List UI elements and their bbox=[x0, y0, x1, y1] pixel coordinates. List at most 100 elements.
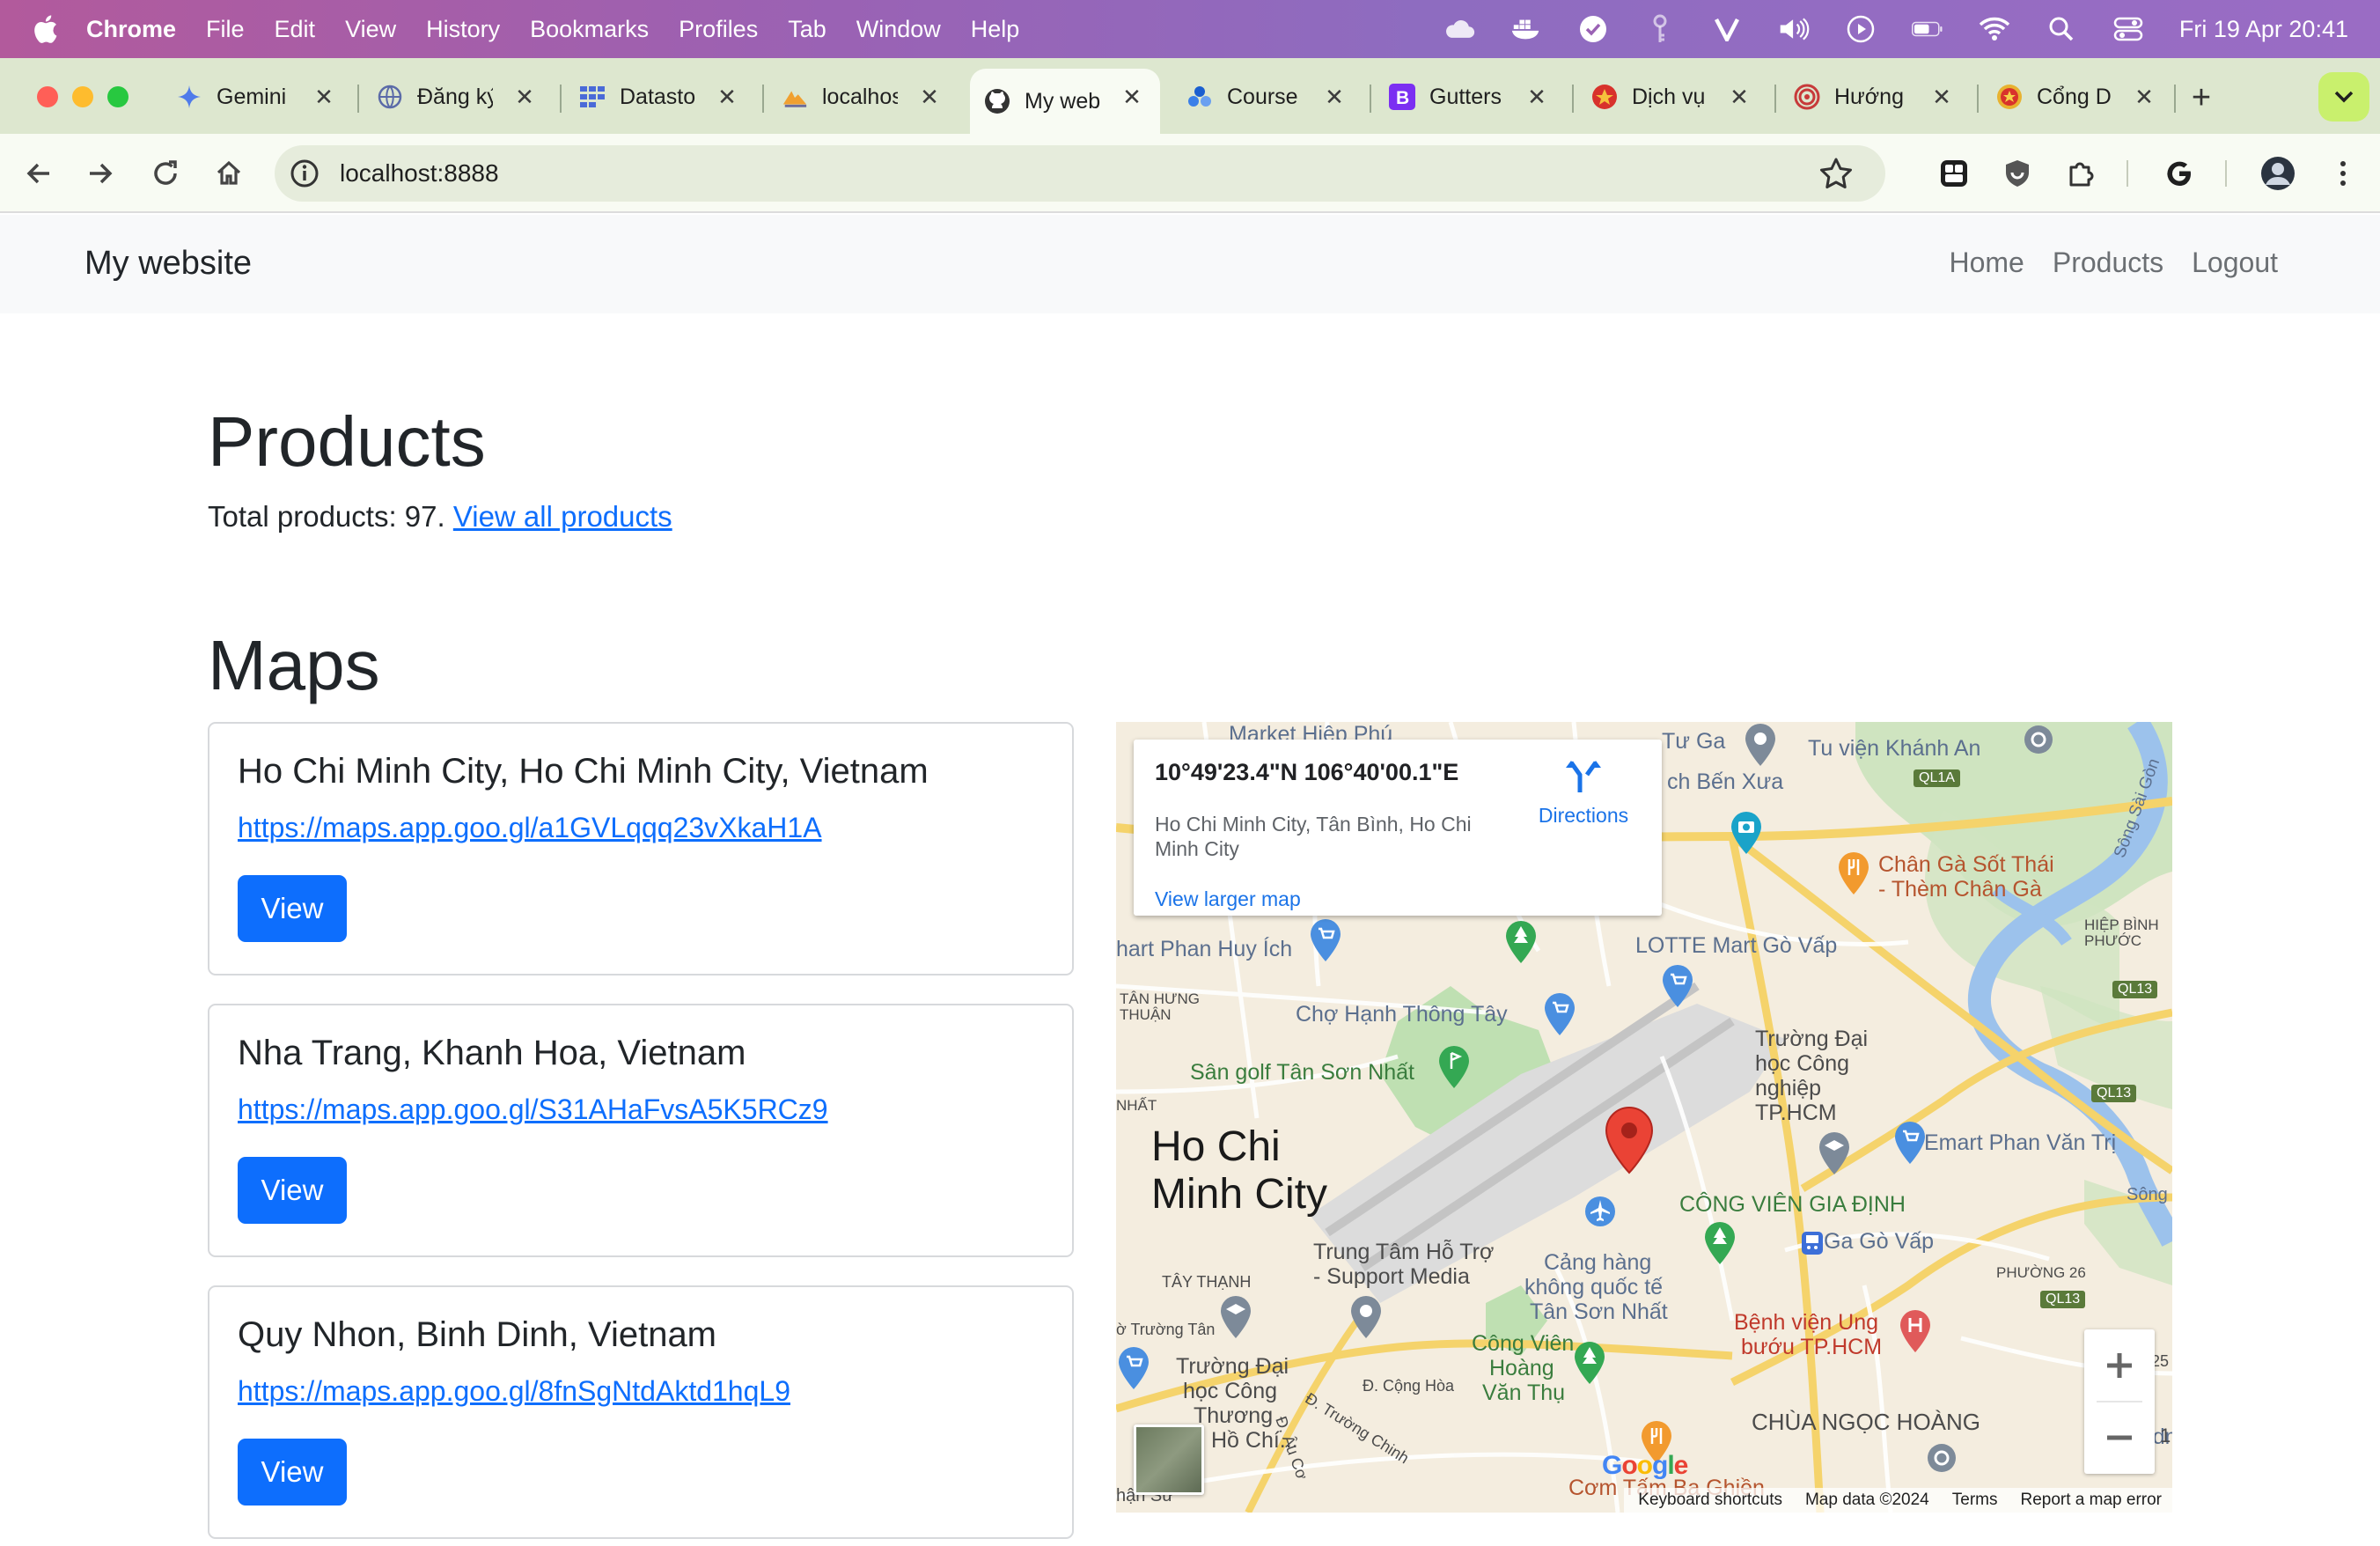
extension-tabs-button[interactable] bbox=[1933, 152, 1975, 195]
bookmark-star-icon[interactable] bbox=[1818, 156, 1854, 191]
google-map-embed[interactable]: Market Hiệp Phú Tư Ga Tu viện Khánh An c… bbox=[1116, 722, 2172, 1513]
tab-dich-vu[interactable]: Dịch vụ ✕ bbox=[1577, 69, 1767, 125]
satellite-toggle-thumbnail[interactable] bbox=[1134, 1425, 1204, 1495]
park-poi-pin-icon[interactable] bbox=[1503, 919, 1539, 965]
site-brand[interactable]: My website bbox=[84, 245, 252, 283]
apple-menu-icon[interactable] bbox=[32, 14, 58, 44]
tab-close-icon[interactable]: ✕ bbox=[1928, 83, 1956, 111]
location-marker-icon[interactable] bbox=[1604, 1106, 1655, 1174]
golf-poi-pin-icon[interactable] bbox=[1436, 1044, 1472, 1090]
menu-history[interactable]: History bbox=[426, 16, 500, 43]
tab-close-icon[interactable]: ✕ bbox=[1523, 83, 1551, 111]
tab-close-icon[interactable]: ✕ bbox=[713, 83, 741, 111]
tab-course[interactable]: Course ✕ bbox=[1172, 69, 1363, 125]
tab-close-icon[interactable]: ✕ bbox=[511, 83, 539, 111]
tab-search-button[interactable] bbox=[2318, 72, 2369, 121]
map-card-link[interactable]: https://maps.app.goo.gl/S31AHaFvsA5K5RCz… bbox=[238, 1093, 828, 1126]
nav-home-link[interactable]: Home bbox=[1949, 247, 2024, 279]
reload-button[interactable] bbox=[144, 152, 187, 195]
gray-poi-pin-icon[interactable] bbox=[1348, 1294, 1384, 1340]
spotlight-search-icon[interactable] bbox=[2046, 13, 2077, 45]
park-poi-pin-icon[interactable] bbox=[1572, 1340, 1607, 1386]
tab-localhost[interactable]: localhost ✕ bbox=[768, 69, 958, 125]
temple-poi-icon[interactable] bbox=[2021, 722, 2056, 768]
tab-close-icon[interactable]: ✕ bbox=[1320, 83, 1348, 111]
train-station-icon[interactable] bbox=[1801, 1231, 1824, 1255]
menu-tab[interactable]: Tab bbox=[788, 16, 826, 43]
docker-icon[interactable] bbox=[1510, 13, 1542, 45]
chrome-menu-button[interactable] bbox=[2322, 152, 2364, 195]
control-center-icon[interactable] bbox=[2112, 13, 2144, 45]
tab-gemini[interactable]: Gemini ✕ bbox=[162, 69, 352, 125]
school-poi-pin-icon[interactable] bbox=[1218, 1294, 1253, 1340]
tab-datastore[interactable]: Datastore ✕ bbox=[565, 69, 755, 125]
v-app-icon[interactable] bbox=[1711, 13, 1743, 45]
menubar-clock[interactable]: Fri 19 Apr 20:41 bbox=[2179, 16, 2348, 43]
tab-close-icon[interactable]: ✕ bbox=[1725, 83, 1753, 111]
menu-window[interactable]: Window bbox=[856, 16, 941, 43]
menu-view[interactable]: View bbox=[345, 16, 396, 43]
hospital-poi-pin-icon[interactable] bbox=[1898, 1308, 1933, 1354]
restaurant-poi-pin-icon[interactable] bbox=[1836, 850, 1871, 896]
view-larger-map-link[interactable]: View larger map bbox=[1155, 887, 1301, 911]
view-all-products-link[interactable]: View all products bbox=[453, 500, 672, 533]
shopping-poi-pin-icon[interactable] bbox=[1660, 963, 1695, 1009]
extensions-button[interactable] bbox=[2060, 152, 2102, 195]
zoom-out-button[interactable] bbox=[2084, 1402, 2155, 1474]
airport-poi-icon[interactable] bbox=[1583, 1194, 1618, 1240]
nav-products-link[interactable]: Products bbox=[2053, 247, 2163, 279]
back-button[interactable] bbox=[18, 152, 60, 195]
menu-app-name[interactable]: Chrome bbox=[86, 16, 176, 43]
window-zoom-button[interactable] bbox=[107, 86, 129, 107]
view-button[interactable]: View bbox=[238, 875, 347, 942]
address-bar[interactable]: localhost:8888 bbox=[275, 145, 1885, 202]
key-icon[interactable] bbox=[1644, 13, 1676, 45]
wifi-icon[interactable] bbox=[1979, 13, 2010, 45]
report-map-error-link[interactable]: Report a map error bbox=[2020, 1491, 2162, 1510]
tab-dang-ky[interactable]: Đăng ký ✕ bbox=[363, 69, 553, 125]
park-poi-pin-icon[interactable] bbox=[1702, 1220, 1737, 1266]
tab-gutters[interactable]: B Gutters ✕ bbox=[1375, 69, 1565, 125]
menu-bookmarks[interactable]: Bookmarks bbox=[530, 16, 649, 43]
zoom-in-button[interactable] bbox=[2084, 1329, 2155, 1402]
keyboard-shortcuts-link[interactable]: Keyboard shortcuts bbox=[1638, 1491, 1782, 1510]
view-button[interactable]: View bbox=[238, 1157, 347, 1224]
menu-edit[interactable]: Edit bbox=[275, 16, 316, 43]
shopping-poi-pin-icon[interactable] bbox=[1308, 917, 1343, 963]
shopping-poi-pin-icon[interactable] bbox=[1542, 991, 1577, 1037]
google-account-button[interactable] bbox=[2158, 152, 2200, 195]
tab-close-icon[interactable]: ✕ bbox=[915, 83, 944, 111]
forward-button[interactable] bbox=[79, 152, 121, 195]
shopping-poi-pin-icon[interactable] bbox=[1892, 1120, 1928, 1166]
tab-my-website[interactable]: My website ✕ bbox=[970, 69, 1160, 134]
url-text[interactable]: localhost:8888 bbox=[340, 159, 499, 188]
map-card-link[interactable]: https://maps.app.goo.gl/8fnSgNtdAktd1hqL… bbox=[238, 1375, 790, 1408]
volume-icon[interactable] bbox=[1778, 13, 1810, 45]
cloud-icon[interactable] bbox=[1443, 13, 1475, 45]
map-card-link[interactable]: https://maps.app.goo.gl/a1GVLqqq23vXkaH1… bbox=[238, 812, 822, 844]
tab-close-icon[interactable]: ✕ bbox=[1118, 83, 1146, 111]
new-tab-button[interactable]: + bbox=[2179, 76, 2223, 120]
menu-profiles[interactable]: Profiles bbox=[679, 16, 758, 43]
tab-close-icon[interactable]: ✕ bbox=[310, 83, 338, 111]
profile-avatar-button[interactable] bbox=[2257, 152, 2299, 195]
photo-poi-pin-icon[interactable] bbox=[1729, 810, 1764, 856]
site-info-icon[interactable] bbox=[289, 158, 320, 189]
window-close-button[interactable] bbox=[37, 86, 58, 107]
school-poi-pin-icon[interactable] bbox=[1817, 1130, 1852, 1176]
view-button[interactable]: View bbox=[238, 1439, 347, 1506]
terms-link[interactable]: Terms bbox=[1952, 1491, 1998, 1510]
check-circle-icon[interactable] bbox=[1577, 13, 1609, 45]
tab-huong[interactable]: Hướng ✕ bbox=[1780, 69, 1970, 125]
gray-poi-pin-icon[interactable] bbox=[1743, 722, 1778, 768]
play-circle-icon[interactable] bbox=[1845, 13, 1877, 45]
tab-cong-d[interactable]: Cổng D ✕ bbox=[1982, 69, 2172, 125]
tab-close-icon[interactable]: ✕ bbox=[2130, 83, 2158, 111]
privacy-extension-button[interactable] bbox=[1996, 152, 2038, 195]
menu-file[interactable]: File bbox=[206, 16, 245, 43]
battery-icon[interactable] bbox=[1911, 13, 1943, 45]
nav-logout-link[interactable]: Logout bbox=[2192, 247, 2278, 279]
temple-poi-icon[interactable] bbox=[1924, 1440, 1959, 1486]
menu-help[interactable]: Help bbox=[971, 16, 1020, 43]
shopping-poi-pin-icon[interactable] bbox=[1116, 1345, 1151, 1391]
